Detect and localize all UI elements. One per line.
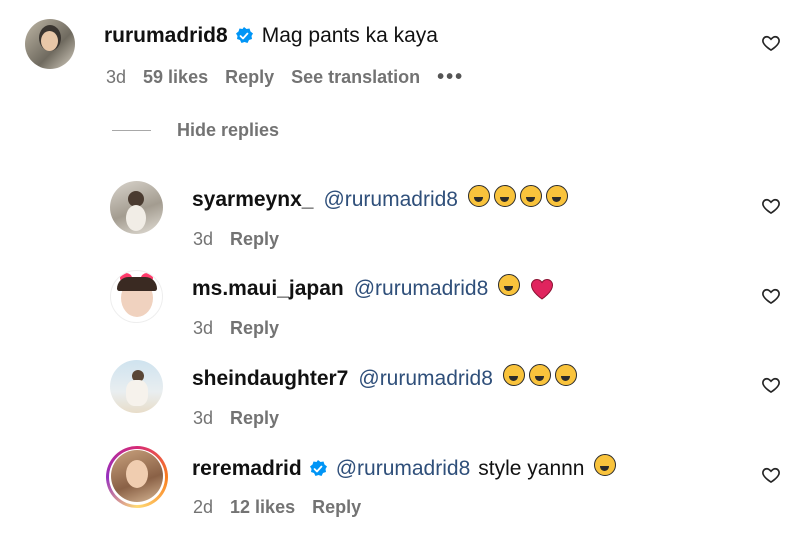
red-heart-emoji-icon (531, 278, 554, 300)
reply-button[interactable]: Reply (230, 318, 279, 339)
avatar[interactable] (110, 181, 163, 234)
heart-outline-icon[interactable] (761, 465, 781, 485)
comment-username[interactable]: reremadrid (192, 456, 302, 482)
likes-count[interactable]: 12 likes (230, 497, 295, 518)
heart-outline-icon[interactable] (761, 196, 781, 216)
laughing-emoji-icon (590, 454, 617, 483)
comment-username[interactable]: ms.maui_japan (192, 276, 344, 302)
reply-button[interactable]: Reply (312, 497, 361, 518)
reply-button[interactable]: Reply (230, 229, 279, 250)
laughing-emoji-icon (499, 364, 577, 393)
comment-age: 3d (193, 408, 214, 428)
comment-age: 2d (193, 497, 214, 517)
avatar[interactable] (110, 270, 163, 323)
comment-text: style yannn (478, 456, 585, 480)
hide-replies-toggle[interactable]: Hide replies (112, 120, 279, 141)
comment-username[interactable]: sheindaughter7 (192, 366, 348, 392)
hide-replies-label[interactable]: Hide replies (177, 120, 279, 141)
mention-link[interactable]: @rurumadrid8 (336, 456, 471, 482)
divider-line (112, 130, 151, 131)
comment-age: 3d (193, 229, 214, 249)
verified-badge-icon (235, 27, 253, 43)
mention-link[interactable]: @rurumadrid8 (323, 187, 458, 213)
laughing-emoji-icon (464, 185, 568, 214)
comment-age: 3d (106, 67, 127, 87)
laughing-emoji-icon (494, 274, 521, 303)
avatar[interactable] (110, 360, 163, 413)
heart-outline-icon[interactable] (761, 33, 781, 53)
mention-link[interactable]: @rurumadrid8 (358, 366, 493, 392)
reply-button[interactable]: Reply (225, 67, 274, 88)
heart-outline-icon[interactable] (761, 286, 781, 306)
comment-username[interactable]: syarmeynx_ (192, 187, 313, 213)
comment-age: 3d (193, 318, 214, 338)
likes-count[interactable]: 59 likes (143, 67, 208, 88)
avatar[interactable] (25, 19, 75, 69)
verified-badge-icon (309, 459, 327, 476)
more-options-icon[interactable]: ••• (437, 66, 464, 89)
mention-link[interactable]: @rurumadrid8 (354, 276, 489, 302)
avatar[interactable] (111, 450, 163, 502)
heart-outline-icon[interactable] (761, 375, 781, 395)
reply-button[interactable]: Reply (230, 408, 279, 429)
comment-text: Mag pants ka kaya (261, 24, 438, 47)
comment-username[interactable]: rurumadrid8 (104, 23, 228, 49)
see-translation-button[interactable]: See translation (291, 67, 420, 88)
